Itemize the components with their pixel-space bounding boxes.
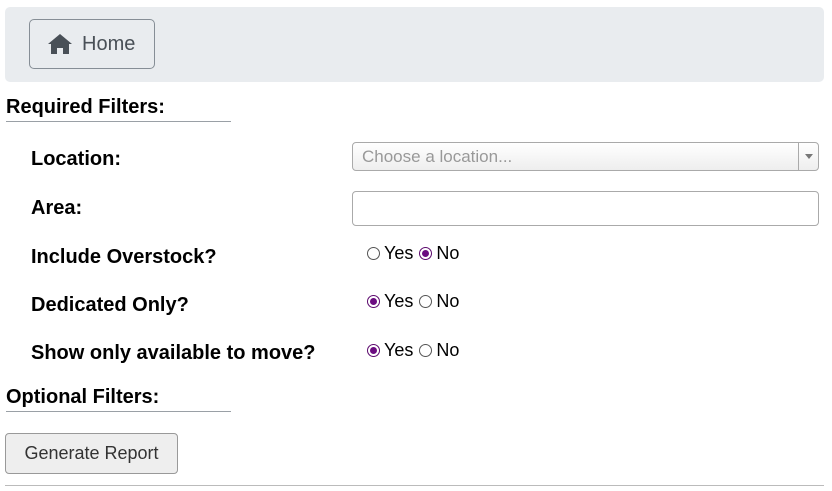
- area-input[interactable]: [352, 191, 819, 226]
- dedicated-only-radio-group: Yes No: [367, 291, 465, 312]
- radio-button[interactable]: [419, 344, 433, 357]
- include-overstock-label: Include Overstock?: [31, 246, 217, 268]
- location-label: Location:: [31, 148, 121, 170]
- radio-label: Yes: [384, 243, 414, 263]
- radio-label: Yes: [384, 340, 414, 360]
- home-button-label: Home: [82, 32, 136, 55]
- divider: [5, 485, 824, 486]
- available-to-move-label: Show only available to move?: [31, 342, 316, 364]
- dedicated-only-label: Dedicated Only?: [31, 294, 189, 316]
- available-to-move-yes[interactable]: Yes: [367, 340, 413, 361]
- generate-report-button[interactable]: Generate Report: [5, 433, 178, 474]
- dedicated-only-yes[interactable]: Yes: [367, 291, 413, 312]
- radio-label: No: [436, 291, 460, 311]
- radio-button[interactable]: [367, 247, 380, 260]
- radio-button-checked[interactable]: [419, 247, 433, 260]
- home-button[interactable]: Home: [29, 19, 155, 69]
- radio-button-checked[interactable]: [367, 344, 380, 357]
- required-filters-heading: Required Filters:: [6, 96, 231, 122]
- radio-label: Yes: [384, 291, 414, 311]
- radio-button-checked[interactable]: [367, 295, 380, 308]
- radio-button[interactable]: [419, 295, 433, 308]
- include-overstock-yes[interactable]: Yes: [367, 243, 413, 264]
- dedicated-only-no[interactable]: No: [419, 291, 459, 312]
- home-icon: [48, 34, 72, 54]
- available-to-move-no[interactable]: No: [419, 340, 459, 361]
- radio-label: No: [436, 243, 460, 263]
- chevron-down-icon[interactable]: [798, 143, 818, 170]
- location-select[interactable]: Choose a location...: [352, 142, 819, 171]
- top-nav-bar: Home: [5, 7, 824, 82]
- location-select-placeholder: Choose a location...: [362, 147, 513, 166]
- optional-filters-heading: Optional Filters:: [6, 386, 231, 412]
- available-to-move-radio-group: Yes No: [367, 340, 465, 361]
- include-overstock-no[interactable]: No: [419, 243, 459, 264]
- radio-label: No: [436, 340, 460, 360]
- area-label: Area:: [31, 197, 83, 219]
- include-overstock-radio-group: Yes No: [367, 243, 465, 264]
